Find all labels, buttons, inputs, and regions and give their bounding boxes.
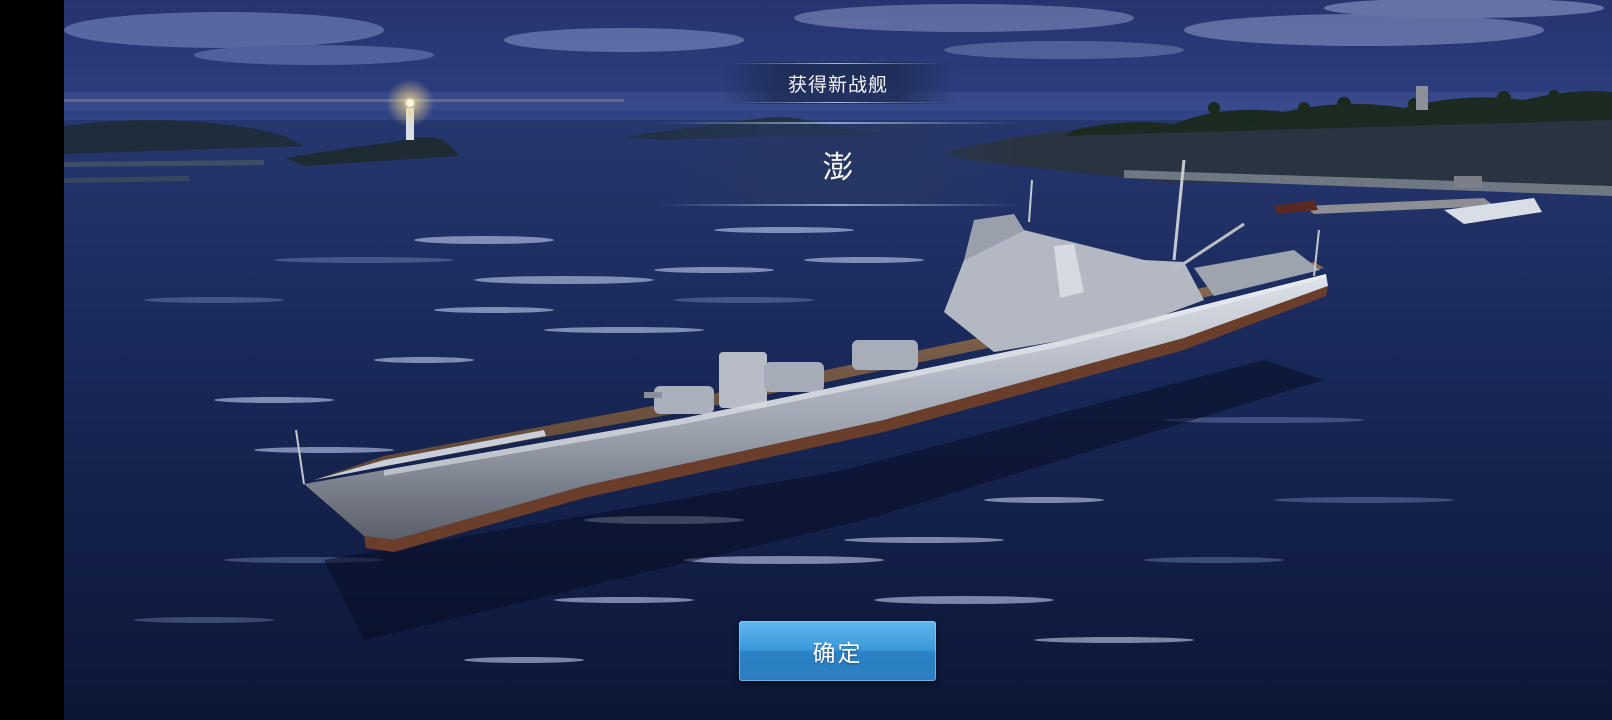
ship-name: 澎 xyxy=(822,149,854,186)
title-plate-top-line xyxy=(730,63,946,64)
ship-name-plate: 澎 xyxy=(656,122,1020,206)
confirm-button-label: 确定 xyxy=(812,641,863,667)
game-screen: 获得新战舰 澎 确定 xyxy=(0,0,1612,720)
name-plate-top-line xyxy=(656,122,1020,124)
dialog-title: 获得新战舰 xyxy=(787,73,888,96)
name-plate-bottom-line xyxy=(656,204,1020,206)
new-ship-title-plate: 获得新战舰 xyxy=(720,62,956,104)
left-safe-area-bar xyxy=(0,0,64,720)
confirm-button[interactable]: 确定 xyxy=(739,621,936,681)
title-plate-bottom-line xyxy=(730,102,946,103)
harbor-night-scene xyxy=(64,0,1612,720)
